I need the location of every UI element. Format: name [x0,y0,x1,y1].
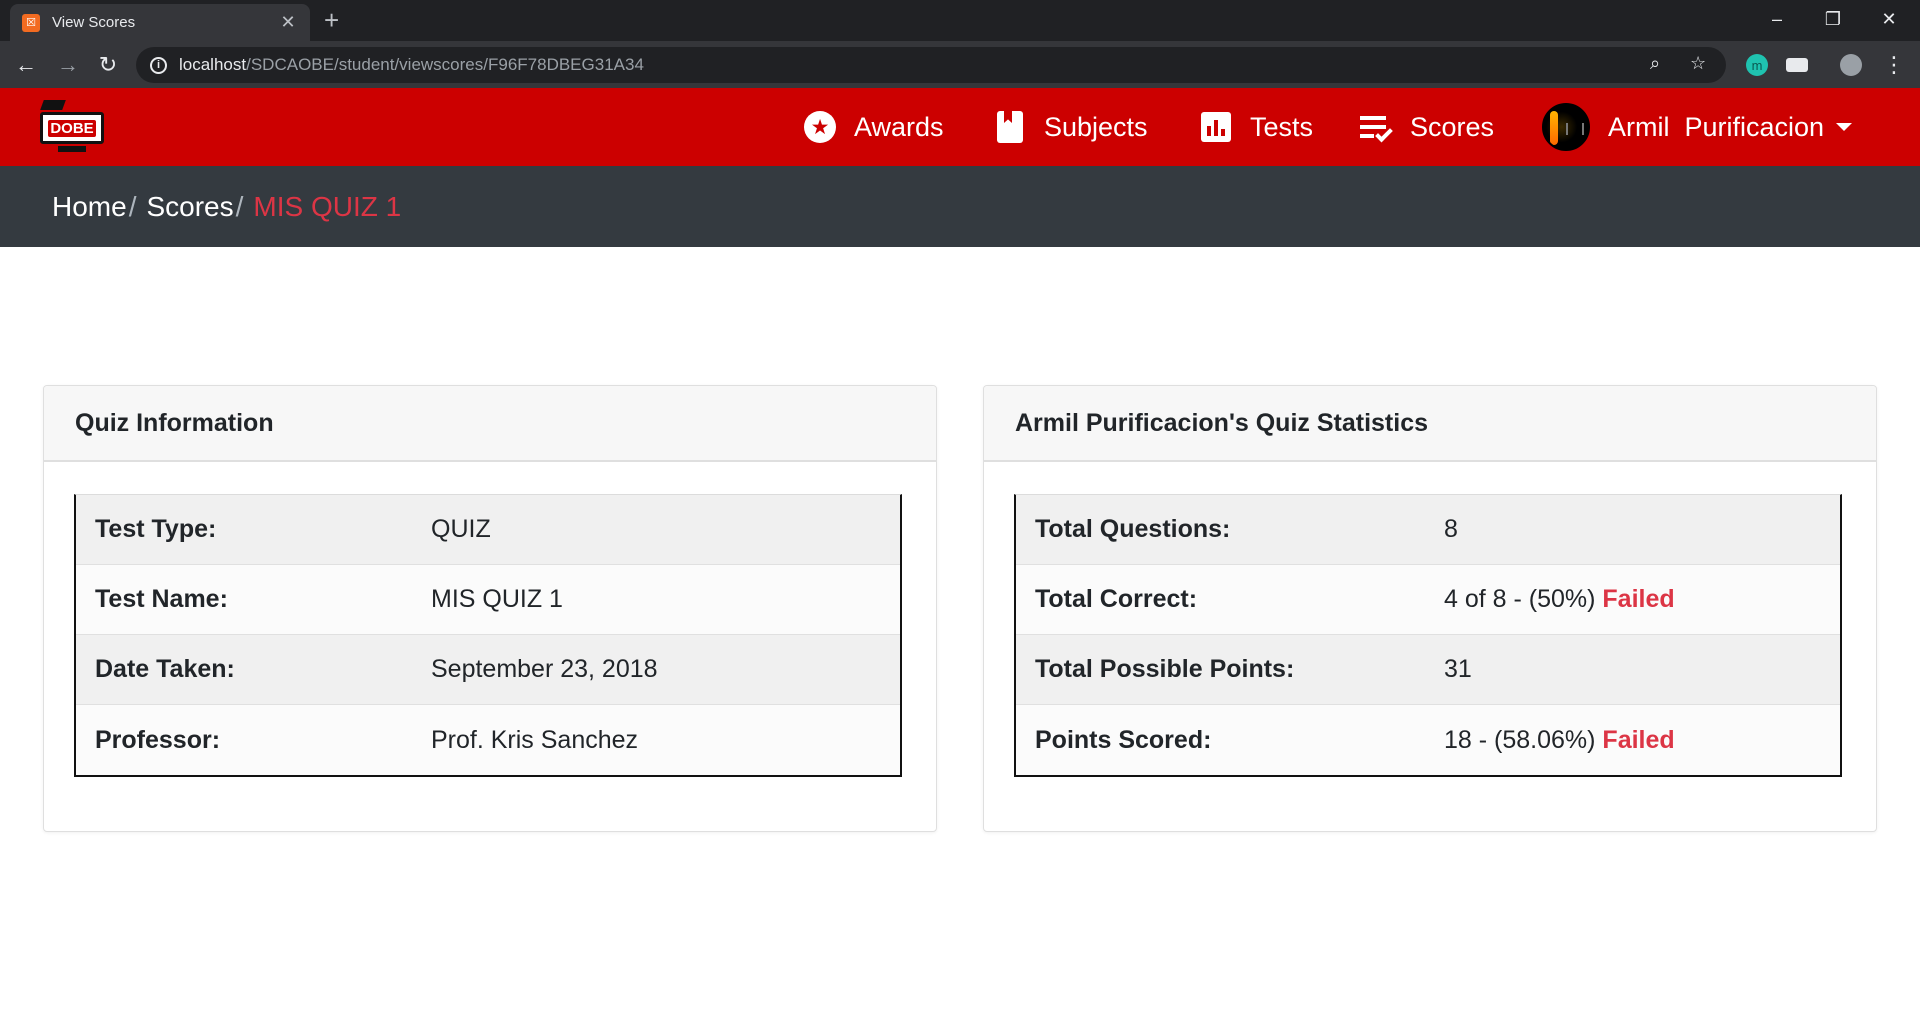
browser-tab[interactable]: ☒ View Scores ✕ [10,4,310,41]
row-label: Professor: [95,725,221,754]
app-navbar: DOBE ★ Awards Subjects Tests Scores Armi… [0,88,1920,166]
status-failed: Failed [1602,585,1675,613]
status-failed: Failed [1602,725,1675,754]
row-value: September 23, 2018 [431,655,658,683]
extension-m-icon[interactable]: m [1746,54,1768,76]
quiz-stats-table: Total Questions: 8 Total Correct: 4 of 8… [1014,494,1842,777]
nav-tests-label: Tests [1250,111,1314,142]
quiz-information-card: Quiz Information Test Type: QUIZ Test Na… [43,385,937,832]
close-window-button[interactable]: ✕ [1866,4,1912,34]
row-label: Total Possible Points: [1035,655,1295,683]
breadcrumb-scores[interactable]: Scores [146,191,233,223]
row-label: Total Correct: [1035,585,1198,613]
nav-subjects-label: Subjects [1044,111,1148,142]
card-title: Quiz Information [44,386,936,462]
table-row: Date Taken: September 23, 2018 [76,635,900,705]
menu-dots-icon[interactable]: ⋮ [1878,49,1910,81]
quiz-info-table: Test Type: QUIZ Test Name: MIS QUIZ 1 Da… [74,494,902,777]
row-label: Test Name: [95,585,228,613]
row-value: QUIZ [431,515,491,543]
restore-button[interactable]: ❐ [1810,4,1856,34]
browser-toolbar: ← → ↻ i localhost/SDCAOBE/student/viewsc… [0,41,1920,88]
user-avatar [1542,103,1590,151]
forward-icon[interactable]: → [52,49,84,81]
row-value: 8 [1444,515,1458,543]
card-title: Armil Purificacion's Quiz Statistics [984,386,1876,462]
reload-icon[interactable]: ↻ [92,49,124,81]
table-row: Test Name: MIS QUIZ 1 [76,565,900,635]
star-icon: ★ [804,111,836,143]
xampp-favicon-icon: ☒ [22,13,40,32]
row-label: Date Taken: [95,655,235,683]
row-label: Test Type: [95,515,217,543]
graduation-cap-icon [40,100,66,110]
row-label: Points Scored: [1035,725,1212,754]
breadcrumb: Home / Scores / MIS QUIZ 1 [0,166,1920,247]
row-value: MIS QUIZ 1 [431,585,563,613]
new-tab-button[interactable]: + [324,6,339,34]
nav-awards-label: Awards [854,111,944,142]
book-icon [997,111,1023,143]
row-value: Prof. Kris Sanchez [431,725,639,754]
breadcrumb-separator: / [235,190,244,222]
bookmark-star-icon[interactable]: ☆ [1690,53,1706,74]
logo-text: DOBE [48,119,96,137]
back-icon[interactable]: ← [10,49,42,81]
bar-chart-icon [1201,112,1231,142]
caret-down-icon [1836,123,1853,131]
table-row: Professor: Prof. Kris Sanchez [76,705,900,775]
extension-card-icon[interactable] [1786,58,1808,72]
table-row: Test Type: QUIZ [76,495,900,565]
breadcrumb-current: MIS QUIZ 1 [253,190,402,222]
breadcrumb-home[interactable]: Home [52,191,127,223]
profile-avatar-icon[interactable] [1840,54,1862,76]
quiz-statistics-card: Armil Purificacion's Quiz Statistics Tot… [983,385,1877,832]
row-label: Total Questions: [1035,515,1231,543]
url-text: localhost/SDCAOBE/student/viewscores/F96… [179,55,644,74]
table-row: Total Questions: 8 [1016,495,1840,565]
nav-scores-label: Scores [1410,111,1495,142]
site-info-icon[interactable]: i [150,56,167,74]
table-row: Total Correct: 4 of 8 - (50%) Failed [1016,565,1840,635]
nav-scores[interactable]: Scores [1360,106,1494,148]
row-value: 31 [1444,655,1472,683]
checklist-icon [1360,114,1393,143]
nav-awards[interactable]: ★ Awards [804,106,944,148]
address-bar[interactable]: i localhost/SDCAOBE/student/viewscores/F… [136,47,1726,83]
tab-close-icon[interactable]: ✕ [278,12,298,33]
user-menu-dropdown[interactable]: Armil Purificacion [1542,103,1853,151]
breadcrumb-separator: / [128,190,137,222]
nav-tests[interactable]: Tests [1200,106,1313,148]
browser-tabstrip: ☒ View Scores ✕ + – ❐ ✕ [0,0,1920,41]
row-value: 4 of 8 - (50%) [1444,585,1596,613]
dobe-logo[interactable]: DOBE [36,98,108,156]
user-name: Armil Purificacion [1608,111,1825,142]
nav-subjects[interactable]: Subjects [994,106,1148,148]
table-row: Points Scored: 18 - (58.06%) Failed [1016,705,1840,775]
minimize-button[interactable]: – [1754,4,1800,34]
tab-title: View Scores [52,14,136,31]
zoom-icon[interactable]: ⌕ [1650,53,1660,74]
row-value: 18 - (58.06%) [1444,725,1596,754]
table-row: Total Possible Points: 31 [1016,635,1840,705]
